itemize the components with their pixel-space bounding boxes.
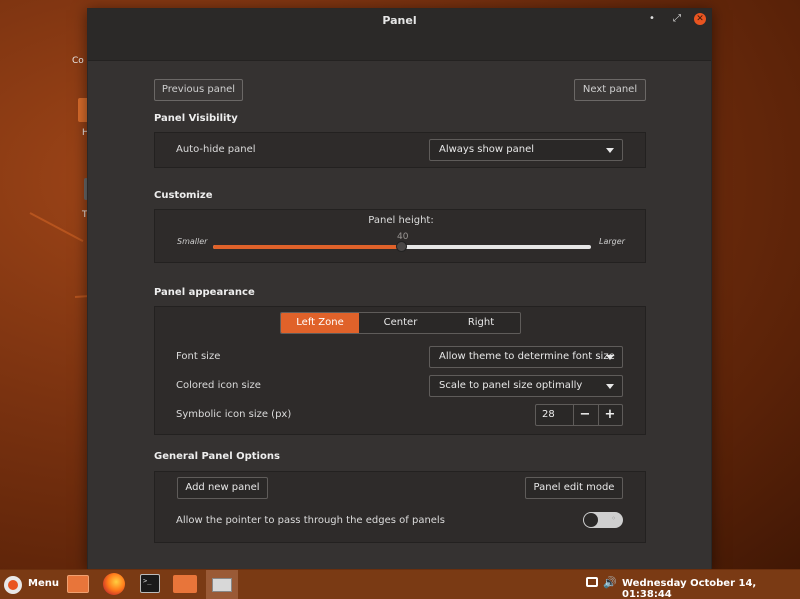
colored-icon-label: Colored icon size [176,380,261,391]
menu-logo-icon[interactable] [4,576,22,594]
chevron-down-icon [606,148,614,153]
increment-button[interactable]: + [599,405,621,425]
appearance-group: Left Zone Center Zone Right Zone Font si… [154,306,646,435]
section-title-customize: Customize [154,190,213,201]
font-size-select-value: Allow theme to determine font size [439,351,615,362]
symbolic-icon-label: Symbolic icon size (px) [176,409,292,420]
add-new-panel-button[interactable]: Add new panel [177,477,268,499]
maximize-button[interactable]: ⤢ [671,13,683,25]
close-button[interactable]: ✕ [694,13,706,25]
taskbar: Menu >_ 🔊 Wednesday October 14, 01:38:44 [0,569,800,599]
slider-max-label: Larger [599,237,625,246]
font-size-label: Font size [176,351,221,362]
autohide-select-value: Always show panel [439,144,534,155]
panel-height-label: Panel height: [368,215,434,226]
panel-settings-window: Panel • ⤢ ✕ Previous panel Next panel Pa… [87,8,712,570]
pointer-pass-label: Allow the pointer to pass through the ed… [176,515,445,526]
files-icon[interactable] [172,573,198,597]
show-desktop-icon[interactable] [65,573,91,597]
customize-group: Panel height: Smaller Larger 40 [154,209,646,263]
colored-icon-select-value: Scale to panel size optimally [439,380,583,391]
zone-tabs: Left Zone Center Zone Right Zone [280,312,521,334]
chevron-down-icon [606,384,614,389]
general-group: Add new panel Panel edit mode Allow the … [154,471,646,543]
clock[interactable]: Wednesday October 14, 01:38:44 [622,578,800,599]
next-panel-button[interactable]: Next panel [574,79,646,101]
firefox-icon[interactable] [101,573,127,597]
autohide-label: Auto-hide panel [176,144,256,155]
terminal-icon[interactable]: >_ [137,573,163,597]
slider-handle[interactable] [396,241,407,252]
colored-icon-select[interactable]: Scale to panel size optimally [429,375,623,397]
volume-icon[interactable]: 🔊 [603,576,617,589]
display-icon[interactable] [586,577,598,587]
tab-center-zone[interactable]: Center Zone [359,313,442,333]
window-title: Panel [382,14,417,27]
pointer-pass-toggle[interactable]: ◦ [583,512,623,528]
slider-fill [213,245,402,249]
slider-min-label: Smaller [177,237,208,246]
decrement-button[interactable]: − [574,405,596,425]
previous-panel-button[interactable]: Previous panel [154,79,243,101]
symbolic-icon-stepper: 28 − + [535,404,623,426]
chevron-down-icon [606,355,614,360]
font-size-select[interactable]: Allow theme to determine font size [429,346,623,368]
visibility-group: Auto-hide panel Always show panel [154,132,646,168]
section-title-general: General Panel Options [154,451,280,462]
toggle-knob [584,513,598,527]
menu-button[interactable]: Menu [28,578,59,589]
panel-edit-mode-button[interactable]: Panel edit mode [525,477,623,499]
autohide-select[interactable]: Always show panel [429,139,623,161]
settings-window-task[interactable] [206,570,238,599]
minimize-button[interactable]: • [646,13,658,25]
symbolic-icon-value[interactable]: 28 [542,405,555,425]
tab-right-zone[interactable]: Right Zone [442,313,520,333]
section-title-appearance: Panel appearance [154,287,255,298]
tab-left-zone[interactable]: Left Zone [281,313,359,333]
toggle-off-icon: ◦ [611,514,616,523]
titlebar[interactable]: Panel • ⤢ ✕ [88,9,711,61]
section-title-visibility: Panel Visibility [154,113,238,124]
